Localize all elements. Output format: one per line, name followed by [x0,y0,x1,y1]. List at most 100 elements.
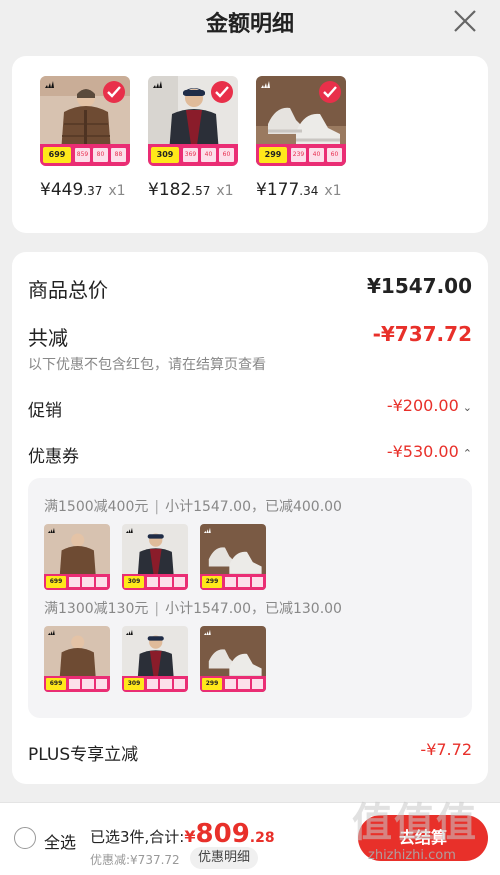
reduce-label: 共减 [28,326,68,350]
price-tag-cell: 369 [183,148,198,162]
reduce-row: 共减 -¥737.72 [28,322,472,350]
total-currency: ¥ [184,827,196,846]
discount-note: 以下优惠不包含红包，请在结算页查看 [28,357,266,373]
product-price: ¥182.57 x1 [148,180,248,200]
coupon-subtotal: 小计1547.00，已减130.00 [165,601,342,617]
price-tag-cell: 40 [309,148,324,162]
coupon-line: 满1500减400元 | 小计1547.00，已减400.00 [44,496,342,516]
coupon-detail-panel: 满1500减400元 | 小计1547.00，已减400.00 699 309 [28,478,472,718]
chevron-down-icon[interactable]: ⌄ [463,401,472,414]
price-integer: ¥182 [148,180,192,200]
brand-logo-icon [126,527,133,533]
product-item[interactable]: 309 369 40 60 ¥182.57 x1 [148,76,248,200]
price-tag-badge: 309 [151,147,179,163]
price-tag-badge: 299 [259,147,287,163]
promo-row[interactable]: 促销 -¥200.00 ⌄ [28,396,472,421]
reduce-value: -¥737.72 [372,322,472,346]
price-tag-cell: 239 [291,148,306,162]
product-thumbnail: 699 859 80 88 [40,76,130,166]
coupon-product-thumbnail: 309 [122,524,188,590]
price-tag-cell: 40 [201,148,216,162]
coupon-product-thumbnail: 299 [200,626,266,692]
coupon-value-wrap: -¥530.00 ⌃ [387,442,472,461]
close-icon[interactable] [452,8,478,34]
selected-check-icon [103,81,125,103]
price-tag-band: 299 239 40 60 [256,144,346,166]
total-decimal: .28 [249,830,275,846]
price-breakdown-card: 商品总价 ¥1547.00 共减 -¥737.72 以下优惠不包含红包，请在结算… [12,252,488,784]
coupon-product-thumbnail: 699 [44,524,110,590]
brand-logo-icon [261,81,270,88]
coupon-product-thumbnail: 699 [44,626,110,692]
coupon-line: 满1300减130元 | 小计1547.00，已减130.00 [44,598,342,618]
product-thumbnail: 299 239 40 60 [256,76,346,166]
total-label: 商品总价 [28,278,108,302]
promo-value-wrap: -¥200.00 ⌄ [387,396,472,415]
modal-header: 金额明细 [0,0,500,46]
brand-logo-icon [48,629,55,635]
price-tag-cell: 60 [219,148,234,162]
product-quantity: x1 [216,183,234,199]
coupon-rule: 满1300减130元 [44,601,149,617]
price-tag-cell: 80 [93,148,108,162]
order-summary: 已选3件,合计:¥809.28 [90,819,275,849]
selected-check-icon [319,81,341,103]
coupon-value: -¥530.00 [386,442,459,461]
price-tag-cell: 88 [111,148,126,162]
price-decimal: .37 [83,184,103,198]
price-tag-band: 699 [44,574,110,590]
brand-logo-icon [204,629,211,635]
divider: | [154,601,160,617]
product-strip: 699 859 80 88 ¥449.37 x1 309 369 40 60 ¥… [12,56,488,233]
coupon-row[interactable]: 优惠券 -¥530.00 ⌃ [28,442,472,467]
plus-value: -¥7.72 [420,740,472,759]
product-item[interactable]: 699 859 80 88 ¥449.37 x1 [40,76,140,200]
coupon-product-thumbnail: 299 [200,524,266,590]
price-tag-badge: 309 [124,576,144,588]
summary-text: 已选3件,合计: [90,828,185,846]
coupon-product-thumbnail: 309 [122,626,188,692]
product-price: ¥449.37 x1 [40,180,140,200]
price-tag-band: 699 [44,676,110,692]
discount-detail-button[interactable]: 优惠明细 [190,847,259,869]
brand-logo-icon [48,527,55,533]
coupon-rule: 满1500减400元 [44,499,149,515]
product-quantity: x1 [108,183,126,199]
product-thumbnail: 309 369 40 60 [148,76,238,166]
product-item[interactable]: 299 239 40 60 ¥177.34 x1 [256,76,356,200]
price-tag-band: 309 [122,574,188,590]
coupon-subtotal: 小计1547.00，已减400.00 [165,499,342,515]
chevron-up-icon[interactable]: ⌃ [463,447,472,460]
price-tag-band: 299 [200,676,266,692]
watermark-logo: 值值值 [352,800,478,846]
modal-title: 金额明细 [205,12,294,37]
brand-logo-icon [153,81,162,88]
price-decimal: .34 [299,184,319,198]
price-tag-badge: 699 [46,576,66,588]
product-price: ¥177.34 x1 [256,180,356,200]
price-tag-badge: 299 [202,576,222,588]
brand-logo-icon [45,81,54,88]
total-value: ¥1547.00 [366,274,472,298]
price-tag-badge: 699 [46,678,66,690]
divider: | [154,499,160,515]
order-total: ¥809.28 [184,819,274,849]
price-tag-band: 699 859 80 88 [40,144,130,166]
selected-check-icon [211,81,233,103]
select-all-radio[interactable] [14,827,36,849]
price-tag-badge: 299 [202,678,222,690]
price-integer: ¥177 [256,180,300,200]
price-decimal: .57 [191,184,211,198]
select-all-label[interactable]: 全选 [44,829,76,853]
coupon-label: 优惠券 [28,447,79,467]
promo-value: -¥200.00 [386,396,459,415]
total-integer: 809 [195,819,250,849]
price-tag-band: 299 [200,574,266,590]
price-tag-badge: 699 [43,147,71,163]
brand-logo-icon [126,629,133,635]
price-tag-cell: 859 [75,148,90,162]
price-tag-band: 309 [122,676,188,692]
watermark-url: zhizhizhi.com [368,848,456,863]
price-tag-badge: 309 [124,678,144,690]
brand-logo-icon [204,527,211,533]
